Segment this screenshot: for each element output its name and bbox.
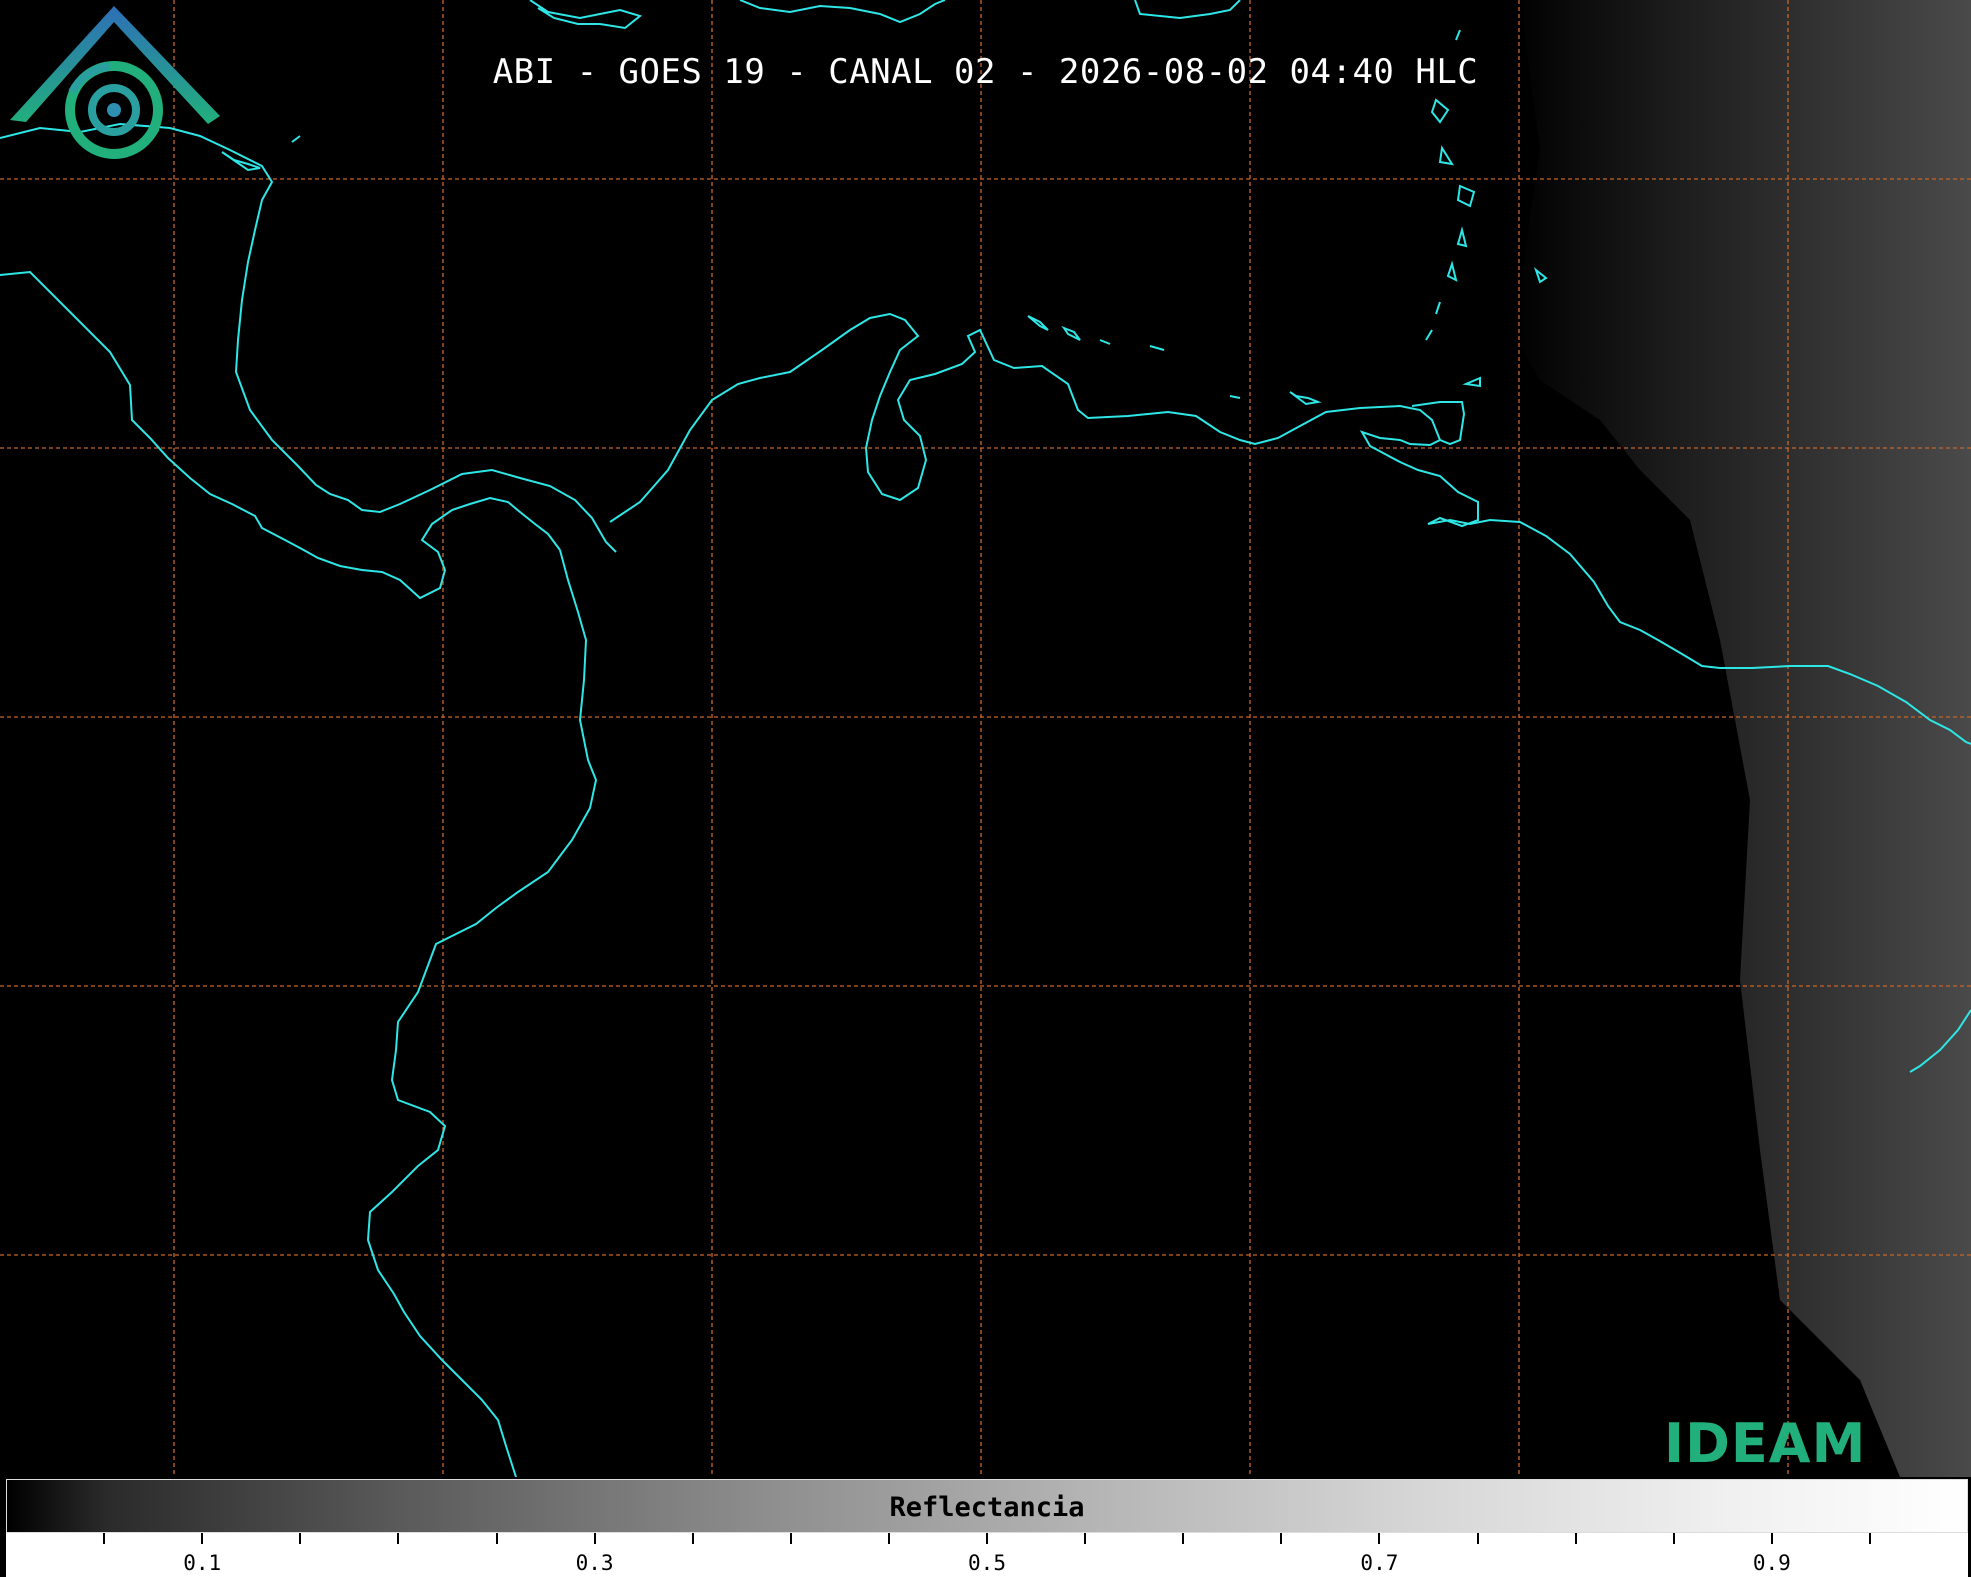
colorbar-tick-label: 0.1 [183,1551,222,1575]
colorbar-tick [1574,1533,1577,1544]
coastline-caribbean-islands-north [529,0,643,30]
colorbar-tick [103,1533,106,1544]
colorbar-tick [1084,1533,1087,1544]
colorbar-tick [1378,1533,1381,1544]
satellite-map: ABI - GOES 19 - CANAL 02 - 2026-08-02 04… [0,0,1971,1477]
colorbar: Reflectancia [6,1479,1968,1533]
colorbar-tick-label: 0.5 [968,1551,1006,1575]
colorbar-tick [299,1533,302,1544]
coastline-hispaniola [739,0,946,24]
colorbar-tick [1770,1533,1773,1544]
colorbar-tick [397,1533,400,1544]
coastline-colombia-pacific [366,549,598,1477]
colorbar-tick [691,1533,694,1544]
coastline-caribbean-south [609,312,1479,528]
colorbar-tick [1280,1533,1283,1544]
colorbar-tick-label: 0.9 [1752,1551,1791,1575]
colorbar-axis: 0.1 0.3 0.5 0.7 0.9 [6,1533,1968,1577]
coastline-central-america-pacific [0,270,561,600]
colorbar-tick [887,1533,890,1544]
colorbar-tick [1672,1533,1675,1544]
colorbar-tick [1868,1533,1871,1544]
colorbar-tick-label: 0.3 [575,1551,614,1575]
colorbar-tick [495,1533,498,1544]
colorbar-tick [593,1533,596,1544]
colorbar-label: Reflectancia [889,1492,1085,1523]
colorbar-tick [1182,1533,1185,1544]
colorbar-tick [201,1533,204,1544]
coastline-puerto-rico [1134,0,1241,20]
coastline-trinidad [1411,401,1466,446]
ideam-logo-icon [10,6,220,159]
map-canvas [0,0,1971,1477]
colorbar-tick [986,1533,988,1544]
daylight-cloud-region [1510,0,1971,1477]
map-title: ABI - GOES 19 - CANAL 02 - 2026-08-02 04… [492,52,1479,92]
colorbar-tick [1476,1533,1479,1544]
colorbar-tick [789,1533,792,1544]
colorbar-tick-label: 0.7 [1360,1551,1399,1575]
ideam-logo-text: IDEAM [1664,1412,1867,1475]
